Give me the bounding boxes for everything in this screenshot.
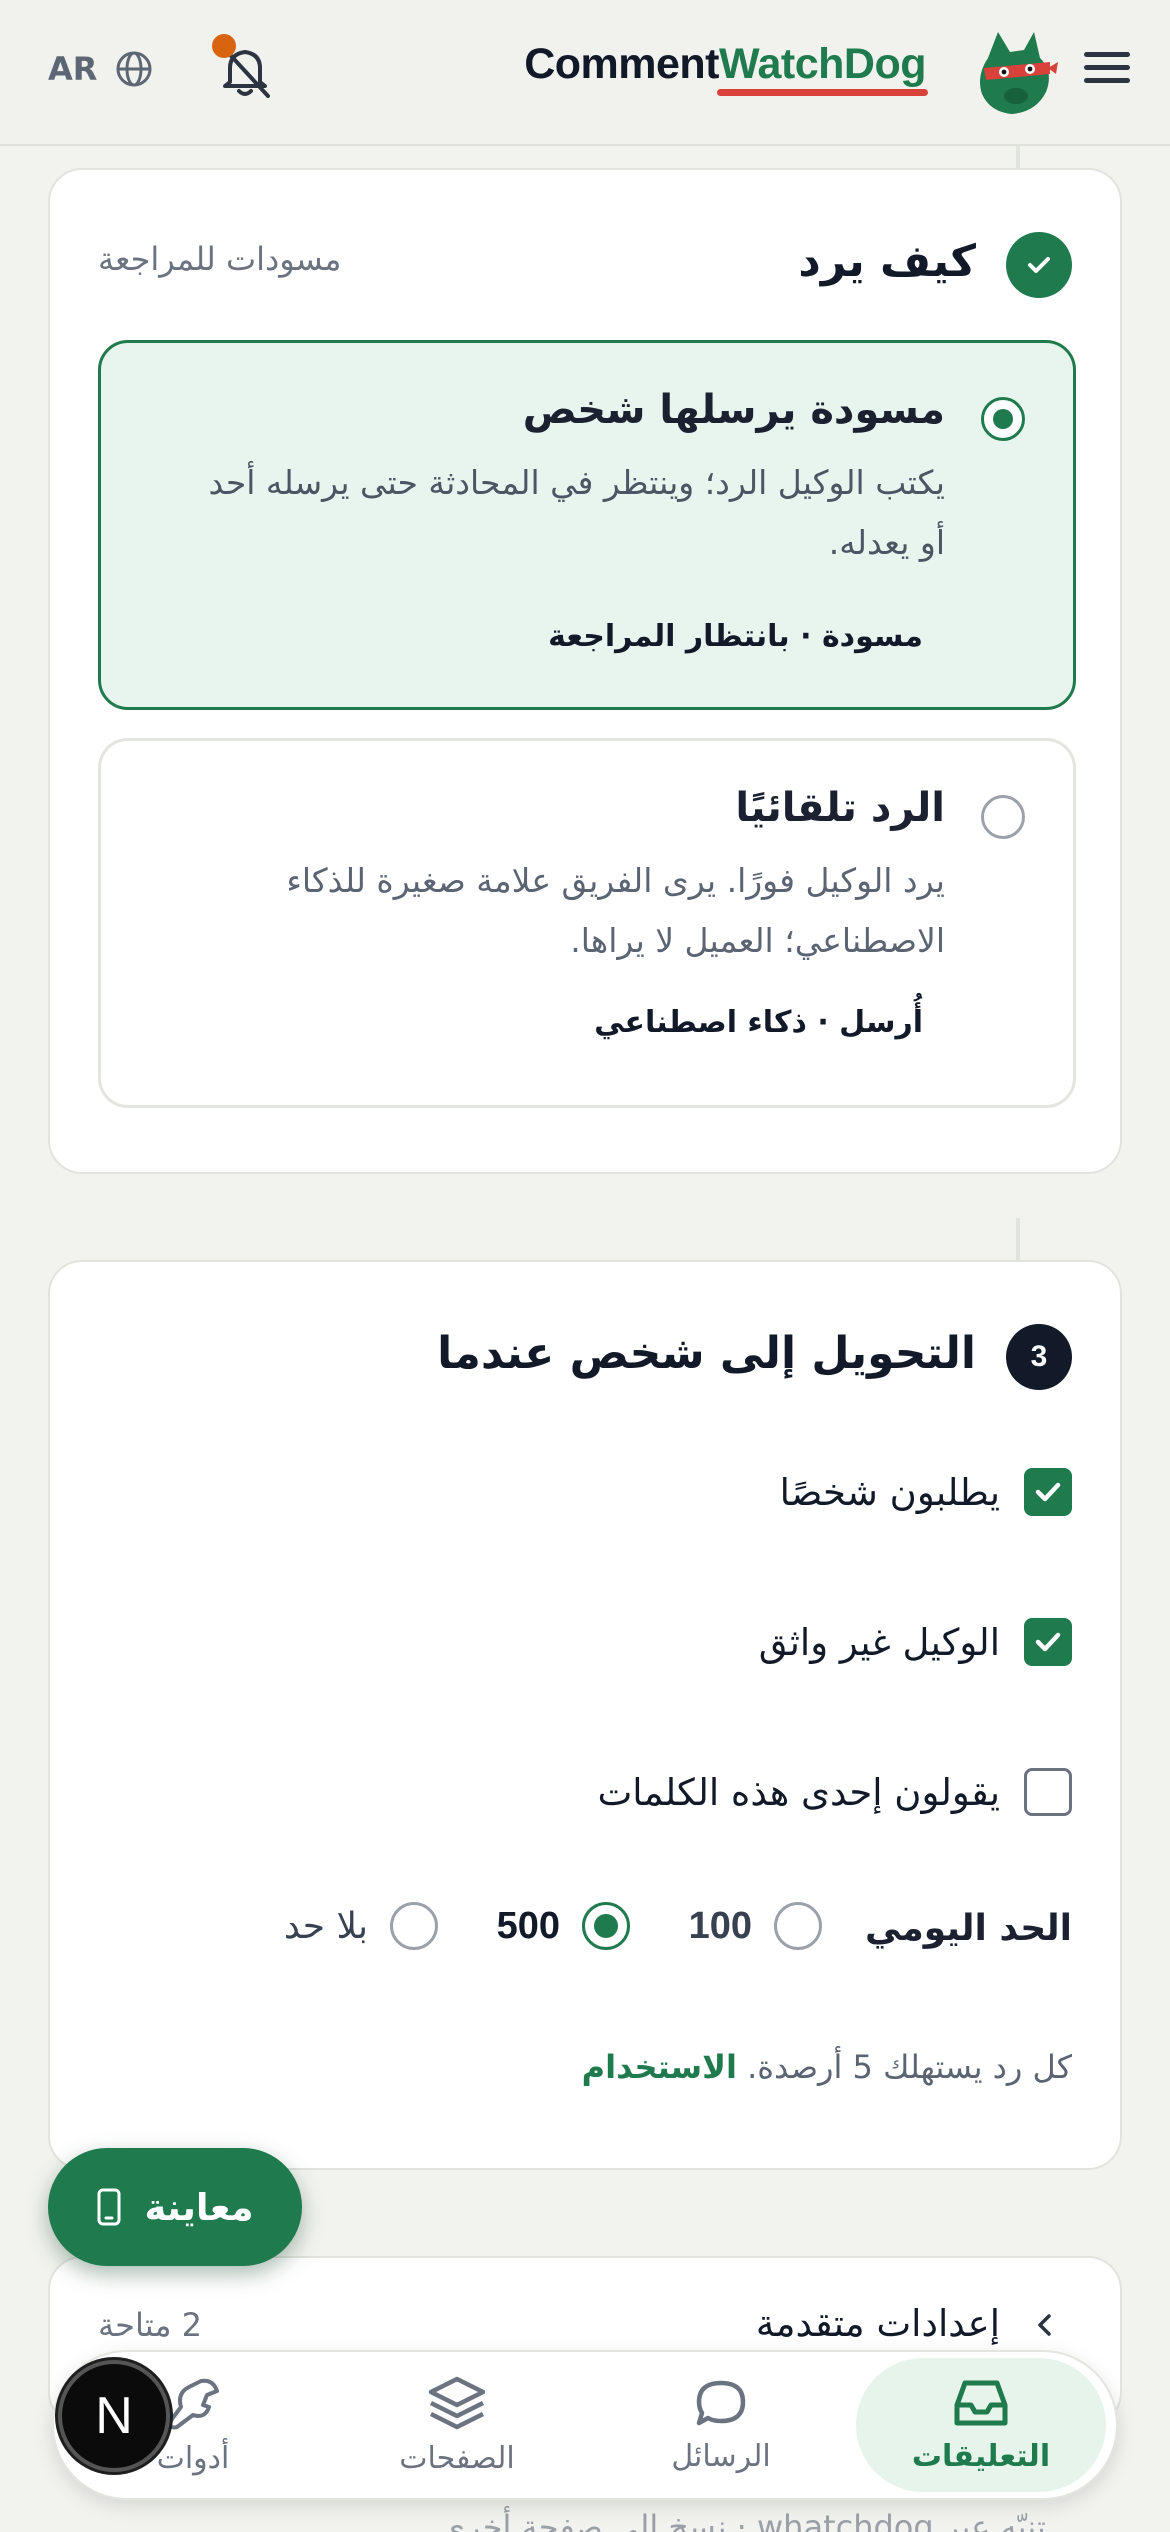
layers-icon xyxy=(428,2376,486,2429)
chevron-left-icon xyxy=(1038,2314,1051,2336)
checkbox[interactable] xyxy=(1024,1468,1072,1516)
watchdog-logo-icon xyxy=(980,32,1058,114)
radio[interactable] xyxy=(390,1902,438,1950)
preview-label: معاينة xyxy=(144,2185,254,2229)
brand-wordmark[interactable]: CommentWatchDog xyxy=(524,40,926,106)
checkbox-label: يقولون إحدى هذه الكلمات xyxy=(597,1770,1000,1814)
nav-comments[interactable]: التعليقات xyxy=(856,2358,1106,2492)
limit-value: بلا حد xyxy=(283,1905,368,1947)
nav-pages[interactable]: الصفحات xyxy=(332,2352,582,2498)
radio[interactable] xyxy=(582,1902,630,1950)
brand-part1: Comment xyxy=(524,40,719,88)
daily-limit-label: الحد اليومي xyxy=(865,1908,1072,1949)
advanced-settings-count: 2 متاحة xyxy=(98,2306,203,2344)
checkbox-label: يطلبون شخصًا xyxy=(779,1470,1000,1514)
nav-messages[interactable]: الرسائل xyxy=(596,2352,846,2498)
notification-dot xyxy=(212,34,236,58)
checkbox[interactable] xyxy=(1024,1618,1072,1666)
checkbox-label: الوكيل غير واثق xyxy=(758,1620,1000,1664)
language-switcher[interactable]: AR xyxy=(48,50,153,88)
step-complete-check-icon xyxy=(1006,232,1072,298)
section-title: التحويل إلى شخص عندما xyxy=(437,1328,976,1379)
chat-bubble-icon xyxy=(696,2380,746,2425)
radio-draft[interactable] xyxy=(981,397,1025,441)
check-keywords[interactable]: يقولون إحدى هذه الكلمات xyxy=(597,1768,1072,1816)
section-title: كيف يرد xyxy=(798,236,976,287)
option-title: مسودة يرسلها شخص xyxy=(522,387,945,433)
check-asks-for-human[interactable]: يطلبون شخصًا xyxy=(780,1468,1072,1516)
option-title: الرد تلقائيًا xyxy=(735,785,945,831)
option-draft-for-human[interactable]: مسودة يرسلها شخص يكتب الوكيل الرد؛ وينتظ… xyxy=(98,340,1076,710)
usage-note-text: كل رد يستهلك 5 أرصدة. xyxy=(747,2048,1072,2086)
section-summary: مسودات للمراجعة xyxy=(98,240,342,278)
preview-button[interactable]: معاينة xyxy=(48,2148,302,2266)
radio[interactable] xyxy=(774,1902,822,1950)
nav-label: أدوات xyxy=(156,2440,230,2476)
option-description: يكتب الوكيل الرد؛ وينتظر في المحادثة حتى… xyxy=(208,463,945,562)
top-header: CommentWatchDog AR xyxy=(0,0,1170,146)
phone-icon xyxy=(97,2188,121,2226)
checkbox[interactable] xyxy=(1024,1768,1072,1816)
option-status-tag: مسودة · بانتظار المراجعة xyxy=(548,619,923,654)
dev-badge-letter: N xyxy=(95,2387,133,2445)
dev-tools-badge[interactable]: N xyxy=(58,2360,170,2472)
menu-icon[interactable] xyxy=(1084,52,1130,92)
limit-option-500[interactable]: 500 xyxy=(497,1902,630,1950)
limit-value: 500 xyxy=(496,1904,560,1947)
reply-mode-card: كيف يرد مسودات للمراجعة مسودة يرسلها شخص… xyxy=(48,168,1122,1174)
step-number: 3 xyxy=(1006,1324,1072,1390)
check-agent-unsure[interactable]: الوكيل غير واثق xyxy=(759,1618,1072,1666)
handoff-card: 3 التحويل إلى شخص عندما يطلبون شخصًا الو… xyxy=(48,1260,1122,2170)
limit-value: 100 xyxy=(688,1904,752,1947)
step-connector xyxy=(1016,146,1020,170)
brand-part2: WatchDog xyxy=(719,40,927,88)
radio-auto[interactable] xyxy=(981,795,1025,839)
daily-limit-row: الحد اليومي 100 500 بلا حد xyxy=(92,1902,1072,1962)
lang-label: AR xyxy=(48,50,98,88)
nav-label: الرسائل xyxy=(671,2438,771,2474)
inbox-icon xyxy=(954,2380,1008,2425)
usage-note: كل رد يستهلك 5 أرصدة. الاستخدام xyxy=(582,2048,1072,2086)
limit-option-100[interactable]: 100 xyxy=(689,1902,822,1950)
globe-icon xyxy=(116,51,152,87)
step-connector xyxy=(1016,1218,1020,1262)
nav-label: التعليقات xyxy=(911,2438,1051,2474)
wrench-icon xyxy=(167,2378,219,2429)
limit-option-unlimited[interactable]: بلا حد xyxy=(284,1902,438,1950)
advanced-settings-title: إعدادات متقدمة xyxy=(755,2302,1000,2345)
option-description: يرد الوكيل فورًا. يرى الفريق علامة صغيرة… xyxy=(286,861,945,960)
footer-text: تنبّه عبر whatchdog · نسخ إلى صفحة أخرى xyxy=(440,2508,1046,2532)
option-status-tag: أُرسل · ذكاء اصطناعي xyxy=(594,1005,923,1040)
option-auto-reply[interactable]: الرد تلقائيًا يرد الوكيل فورًا. يرى الفر… xyxy=(98,738,1076,1108)
bottom-navigation: التعليقات الرسائل الصفحات أدوات xyxy=(52,2350,1118,2500)
nav-label: الصفحات xyxy=(399,2440,515,2476)
usage-link[interactable]: الاستخدام xyxy=(582,2048,737,2086)
